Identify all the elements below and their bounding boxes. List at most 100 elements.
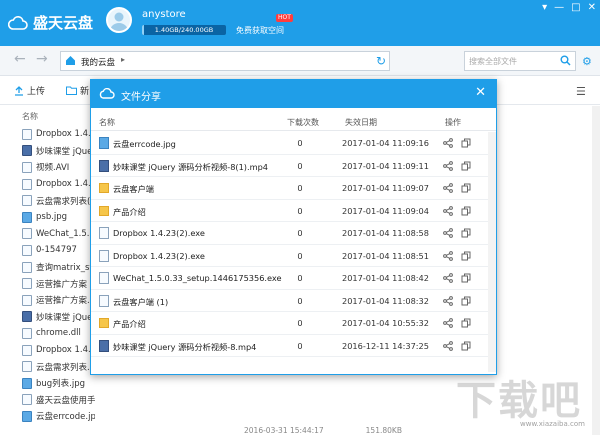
share-download-count: 0 bbox=[297, 250, 303, 261]
list-item[interactable]: WeChat_1.5.0.3 bbox=[0, 226, 95, 243]
share-download-count: 0 bbox=[297, 205, 303, 216]
dialog-close-icon[interactable]: ✕ bbox=[475, 85, 486, 100]
close-icon[interactable]: ✕ bbox=[588, 2, 596, 13]
copy-link-icon[interactable] bbox=[461, 273, 471, 286]
share-link-icon[interactable] bbox=[443, 250, 453, 264]
chevron-right-icon[interactable]: ▸ bbox=[121, 55, 125, 64]
share-link-icon[interactable] bbox=[443, 183, 453, 196]
share-expire-date: 2017-01-04 11:09:16 bbox=[342, 138, 429, 148]
maximize-icon[interactable]: □ bbox=[571, 2, 580, 13]
new-folder-button[interactable]: 新 bbox=[66, 84, 89, 97]
breadcrumb[interactable]: 我的云盘 bbox=[81, 56, 115, 68]
list-item[interactable]: 云盘需求列表(1) bbox=[0, 192, 95, 209]
share-file-name: 云盘客户端 (1) bbox=[113, 296, 169, 307]
share-link-icon[interactable] bbox=[443, 205, 453, 219]
forward-arrow-icon[interactable]: → bbox=[36, 51, 48, 67]
list-view-icon[interactable]: ☰ bbox=[576, 85, 586, 98]
list-item[interactable]: bug列表.jpg bbox=[0, 375, 95, 392]
share-row[interactable]: Dropbox 1.4.23(2).exe 0 2017-01-04 11:08:5… bbox=[91, 222, 496, 245]
list-item[interactable]: 运营推广方案.d bbox=[0, 292, 95, 309]
list-item[interactable]: 0-154797 bbox=[0, 242, 95, 259]
list-item[interactable]: 妙味课堂 jQuer bbox=[0, 309, 95, 326]
share-expire-date: 2017-01-04 11:08:42 bbox=[342, 273, 429, 283]
list-item[interactable]: 视频.AVI bbox=[0, 159, 95, 176]
share-link-icon[interactable] bbox=[443, 295, 453, 309]
new-folder-label: 新 bbox=[80, 87, 90, 97]
gear-icon[interactable]: ⚙ bbox=[582, 55, 592, 68]
list-item[interactable]: Dropbox 1.4.2 bbox=[0, 342, 95, 359]
copy-link-icon[interactable] bbox=[461, 341, 471, 354]
cloud-logo-icon bbox=[8, 15, 28, 30]
image-icon bbox=[22, 377, 32, 389]
share-row[interactable]: 云盘客户端 (1) 0 2017-01-04 11:08:32 bbox=[91, 290, 496, 312]
file-list-scrollbar[interactable] bbox=[592, 106, 600, 435]
copy-link-icon[interactable] bbox=[461, 206, 471, 219]
copy-link-icon[interactable] bbox=[461, 183, 471, 196]
list-item[interactable]: 云盘errcode.jpg bbox=[0, 408, 95, 425]
folder-icon bbox=[66, 86, 77, 95]
list-item[interactable]: 妙味课堂 jQuer bbox=[0, 143, 95, 160]
share-row[interactable]: Dropbox 1.4.23(2).exe 0 2017-01-04 11:08:5… bbox=[91, 245, 496, 267]
address-bar[interactable]: 我的云盘 ▸ ↻ bbox=[60, 51, 390, 71]
file-icon bbox=[22, 161, 32, 173]
list-item[interactable]: Dropbox 1.4.2 bbox=[0, 126, 95, 143]
share-link-icon[interactable] bbox=[443, 318, 453, 331]
copy-link-icon[interactable] bbox=[461, 318, 471, 331]
list-item[interactable]: 运营推广方案 bbox=[0, 275, 95, 292]
share-row[interactable]: WeChat_1.5.0.33_setup.1446175356.exe 0 201… bbox=[91, 267, 496, 290]
dialog-title-bar: 文件分享 ✕ bbox=[91, 80, 496, 108]
column-name-header[interactable]: 名称 bbox=[22, 111, 38, 122]
share-file-name: 产品介绍 bbox=[113, 206, 146, 217]
copy-link-icon[interactable] bbox=[461, 228, 471, 241]
file-icon bbox=[22, 228, 32, 240]
back-arrow-icon[interactable]: ← bbox=[14, 51, 26, 67]
file-icon bbox=[22, 244, 32, 256]
share-link-icon[interactable] bbox=[443, 160, 453, 174]
app-window: 盛天云盘 anystore 1.40GB/240.00GB 免费获取空间 HOT… bbox=[0, 0, 600, 435]
list-item[interactable]: psb.jpg bbox=[0, 209, 95, 226]
copy-link-icon[interactable] bbox=[461, 161, 471, 174]
file-name: 云盘需求列表(1) bbox=[36, 196, 95, 207]
share-row[interactable]: 妙味课堂 jQuery 源码分析视频-8.mp4 0 2016-12-11 14:3… bbox=[91, 335, 496, 357]
file-name: 0-154797 bbox=[36, 245, 77, 256]
refresh-icon[interactable]: ↻ bbox=[376, 54, 386, 68]
search-input[interactable]: 搜索全部文件 bbox=[464, 51, 576, 71]
file-name: 云盘需求列表.xl bbox=[36, 362, 95, 373]
list-item[interactable]: Dropbox 1.4.2 bbox=[0, 176, 95, 193]
share-expire-date: 2017-01-04 11:09:11 bbox=[342, 160, 429, 171]
share-row[interactable]: 产品介绍 0 2017-01-04 10:55:32 bbox=[91, 312, 496, 335]
share-link-icon[interactable] bbox=[443, 340, 453, 354]
upload-button[interactable]: 上传 bbox=[14, 84, 45, 97]
dialog-scrollbar[interactable] bbox=[488, 132, 496, 372]
share-row[interactable]: 妙味课堂 jQuery 源码分析视频-8(1).mp4 0 2017-01-04 1… bbox=[91, 155, 496, 177]
share-link-icon[interactable] bbox=[443, 228, 453, 241]
share-row[interactable]: 云盘客户端 0 2017-01-04 11:09:07 bbox=[91, 177, 496, 200]
minimize-icon[interactable]: — bbox=[554, 2, 564, 13]
list-item[interactable]: 查询matrix_syn bbox=[0, 259, 95, 276]
share-row[interactable]: 云盘errcode.jpg 0 2017-01-04 11:09:16 bbox=[91, 132, 496, 155]
copy-link-icon[interactable] bbox=[461, 251, 471, 264]
copy-link-icon[interactable] bbox=[461, 138, 471, 151]
share-download-count: 0 bbox=[297, 160, 303, 171]
copy-link-icon[interactable] bbox=[461, 296, 471, 309]
file-name: 盛天云盘使用手 bbox=[36, 395, 95, 406]
list-item[interactable]: chrome.dll bbox=[0, 325, 95, 342]
file-icon bbox=[22, 294, 32, 306]
share-file-name: 云盘客户端 bbox=[113, 184, 154, 194]
file-name: Dropbox 1.4.2 bbox=[36, 345, 95, 356]
search-icon[interactable] bbox=[560, 55, 571, 66]
file-name: 妙味课堂 jQuer bbox=[36, 312, 95, 323]
quota-text: 1.40GB/240.00GB bbox=[154, 26, 214, 34]
avatar[interactable] bbox=[106, 7, 132, 33]
navigation-bar: ← → 我的云盘 ▸ ↻ 搜索全部文件 ⚙ bbox=[0, 46, 600, 76]
list-item[interactable]: 盛天云盘使用手 bbox=[0, 392, 95, 409]
share-row[interactable]: 产品介绍 0 2017-01-04 11:09:04 bbox=[91, 200, 496, 222]
share-link-icon[interactable] bbox=[443, 273, 453, 286]
image-icon bbox=[99, 137, 109, 149]
get-free-space-link[interactable]: 免费获取空间 bbox=[236, 25, 284, 36]
video-icon bbox=[22, 311, 32, 323]
home-icon[interactable] bbox=[65, 55, 76, 66]
menu-icon[interactable]: ▾ bbox=[542, 2, 547, 13]
list-item[interactable]: 云盘需求列表.xl bbox=[0, 358, 95, 375]
share-link-icon[interactable] bbox=[443, 138, 453, 151]
